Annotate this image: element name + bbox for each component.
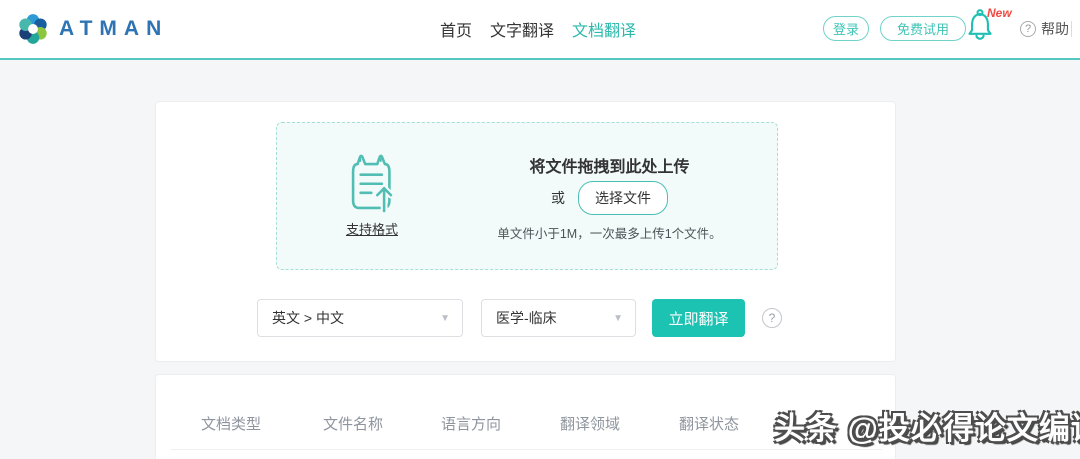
choose-file-button[interactable]: 选择文件	[578, 181, 668, 215]
table-header-divider	[171, 449, 882, 450]
domain-value: 医学-临床	[496, 310, 557, 326]
notification-bell[interactable]: New	[965, 6, 1015, 48]
help-question-icon: ?	[1020, 21, 1036, 37]
logo[interactable]: ATMAN	[14, 10, 168, 48]
upload-card: 支持格式 将文件拖拽到此处上传 或 选择文件 单文件小于1M，一次最多上传1个文…	[155, 101, 896, 362]
drop-instruction: 将文件拖拽到此处上传	[529, 159, 690, 176]
logo-text: ATMAN	[59, 17, 169, 40]
toutiao-watermark: 头条 @投必得论文编译	[774, 411, 1080, 446]
supported-formats-link[interactable]: 支持格式	[327, 219, 417, 238]
dropzone-text-block: 将文件拖拽到此处上传 或 选择文件 单文件小于1M，一次最多上传1个文件。	[442, 123, 777, 271]
logo-pinwheel-icon	[19, 14, 47, 44]
translate-help-icon[interactable]: ?	[762, 308, 782, 328]
header-right: 登录 免费试用 New ? 帮助	[815, 0, 1080, 58]
free-trial-button[interactable]: 免费试用	[880, 16, 966, 41]
nav-item-doc-translate[interactable]: 文档翻译	[572, 17, 636, 41]
or-label: 或	[551, 190, 565, 206]
nav-item-text-translate[interactable]: 文字翻译	[490, 17, 554, 41]
main-nav: 首页 文字翻译 文档翻译	[440, 0, 636, 58]
chevron-down-icon: ▼	[613, 312, 623, 324]
column-header-translate-domain: 翻译领域	[560, 416, 621, 433]
login-button[interactable]: 登录	[823, 16, 869, 41]
column-header-doc-type: 文档类型	[201, 416, 262, 433]
column-header-language-direction: 语言方向	[441, 416, 502, 433]
or-row: 或 选择文件	[442, 181, 777, 215]
nav-item-home[interactable]: 首页	[440, 17, 472, 41]
new-badge: New	[987, 6, 1012, 20]
help-link[interactable]: ? 帮助	[1020, 19, 1069, 39]
upload-document-icon	[351, 154, 395, 215]
translate-now-button[interactable]: 立即翻译	[652, 299, 745, 337]
chevron-down-icon: ▼	[440, 312, 450, 324]
language-pair-select[interactable]: 英文 > 中文 ▼	[257, 299, 463, 337]
page: ATMAN 首页 文字翻译 文档翻译 登录 免费试用 New ? 帮助 支持格式…	[0, 0, 1080, 459]
column-header-translate-status: 翻译状态	[679, 416, 740, 433]
upload-note: 单文件小于1M，一次最多上传1个文件。	[497, 227, 722, 241]
column-header-file-name: 文件名称	[323, 416, 384, 433]
language-pair-value: 英文 > 中文	[272, 310, 344, 326]
header-divider	[1071, 21, 1072, 37]
domain-select[interactable]: 医学-临床 ▼	[481, 299, 636, 337]
help-label: 帮助	[1041, 21, 1069, 37]
file-dropzone[interactable]: 支持格式 将文件拖拽到此处上传 或 选择文件 单文件小于1M，一次最多上传1个文…	[276, 122, 778, 270]
top-header: ATMAN 首页 文字翻译 文档翻译 登录 免费试用 New ? 帮助	[0, 0, 1080, 60]
